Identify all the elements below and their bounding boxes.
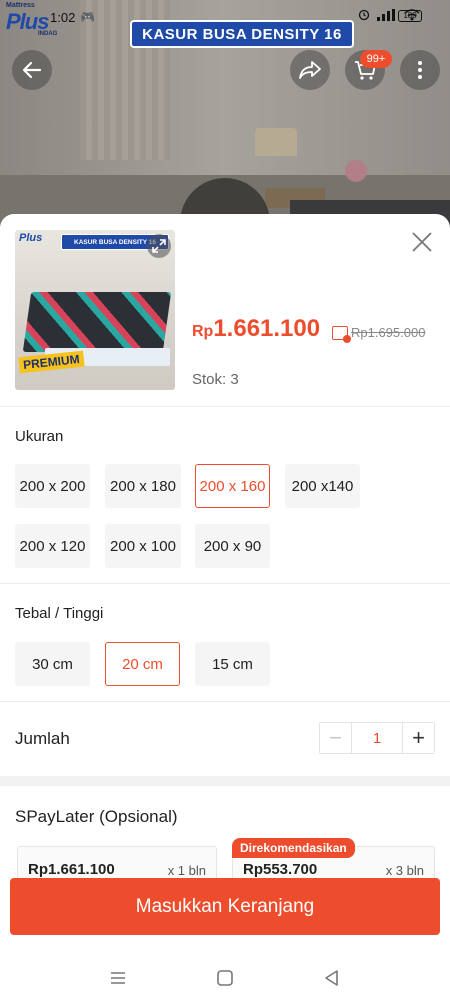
size-option[interactable]: 200 x 100 <box>105 524 181 568</box>
plan-amount: Rp1.661.100 <box>28 861 115 878</box>
add-to-cart-button[interactable]: Masukkan Keranjang <box>10 878 440 935</box>
alarm-icon <box>358 9 370 21</box>
share-button[interactable] <box>290 50 330 90</box>
thumbnail-promo: PREMIUM <box>18 350 85 374</box>
coin-icon <box>332 325 351 343</box>
divider <box>0 701 450 702</box>
quantity-label: Jumlah <box>15 729 70 748</box>
thumbnail-mattress <box>22 292 172 352</box>
status-time: 1:02 <box>50 10 76 25</box>
original-price: Rp1.695.000 <box>351 325 426 340</box>
close-icon <box>412 232 432 252</box>
size-option-selected[interactable]: 200 x 160 <box>195 464 270 508</box>
photo-flower <box>345 160 367 182</box>
size-option[interactable]: 200 x 90 <box>195 524 270 568</box>
price-amount: 1.661.100 <box>213 315 321 342</box>
decrease-quantity-button[interactable]: − <box>320 723 352 753</box>
variant-bottom-sheet: Plus KASUR BUSA DENSITY 16 PREMIUM Rp1.6… <box>0 214 450 1000</box>
plan-amount: Rp553.700 <box>243 861 318 878</box>
cart-count-badge: 99+ <box>360 50 392 68</box>
back-triangle-icon <box>325 970 338 986</box>
divider <box>0 406 450 407</box>
price-currency: Rp <box>192 323 214 340</box>
recommended-badge: Direkomendasikan <box>232 838 355 858</box>
back-button[interactable] <box>12 50 52 90</box>
recent-apps-button[interactable] <box>106 966 130 990</box>
product-thumbnail[interactable]: Plus KASUR BUSA DENSITY 16 PREMIUM <box>15 230 175 390</box>
plan-tenor: x 3 bln <box>385 863 424 878</box>
more-vertical-icon <box>418 61 422 79</box>
quantity-stepper: − 1 + <box>319 722 435 754</box>
home-square-icon <box>217 970 233 986</box>
size-option[interactable]: 200 x 120 <box>15 524 90 568</box>
thumbnail-logo: Plus <box>19 232 43 244</box>
expand-icon <box>152 239 166 253</box>
arrow-left-icon <box>22 61 42 79</box>
size-option[interactable]: 200 x 200 <box>15 464 90 508</box>
current-price: Rp1.661.100 <box>192 315 320 343</box>
original-price-group: Rp1.695.000 <box>332 325 426 343</box>
menu-icon <box>111 972 125 984</box>
size-option[interactable]: 200 x140 <box>285 464 360 508</box>
photo-lamp <box>255 128 297 156</box>
brand-logo-sub: INDAG <box>38 31 58 37</box>
thickness-label: Tebal / Tinggi <box>15 605 104 622</box>
system-navigation-bar <box>0 954 450 1000</box>
quantity-value[interactable]: 1 <box>352 723 402 753</box>
size-option[interactable]: 200 x 180 <box>105 464 181 508</box>
signal-icon <box>377 9 395 21</box>
brand-logo-top: Mattress <box>6 2 35 9</box>
paylater-label: SPayLater (Opsional) <box>15 807 178 826</box>
home-button[interactable] <box>213 966 237 990</box>
product-title-banner: KASUR BUSA DENSITY 16 <box>130 20 354 48</box>
share-icon <box>299 61 321 79</box>
thickness-option[interactable]: 15 cm <box>195 642 270 686</box>
thickness-option[interactable]: 30 cm <box>15 642 90 686</box>
more-options-button[interactable] <box>400 50 440 90</box>
section-separator <box>0 776 450 786</box>
stock-count: Stok: 3 <box>192 371 239 388</box>
gamepad-icon: 🎮 <box>80 10 95 24</box>
plan-tenor: x 1 bln <box>167 863 206 878</box>
expand-image-button[interactable] <box>147 234 171 258</box>
increase-quantity-button[interactable]: + <box>402 723 434 753</box>
size-label: Ukuran <box>15 428 64 445</box>
system-back-button[interactable] <box>320 966 344 990</box>
close-sheet-button[interactable] <box>410 230 434 254</box>
thickness-option-selected[interactable]: 20 cm <box>105 642 180 686</box>
divider <box>0 583 450 584</box>
battery-icon: 100 <box>398 10 422 22</box>
